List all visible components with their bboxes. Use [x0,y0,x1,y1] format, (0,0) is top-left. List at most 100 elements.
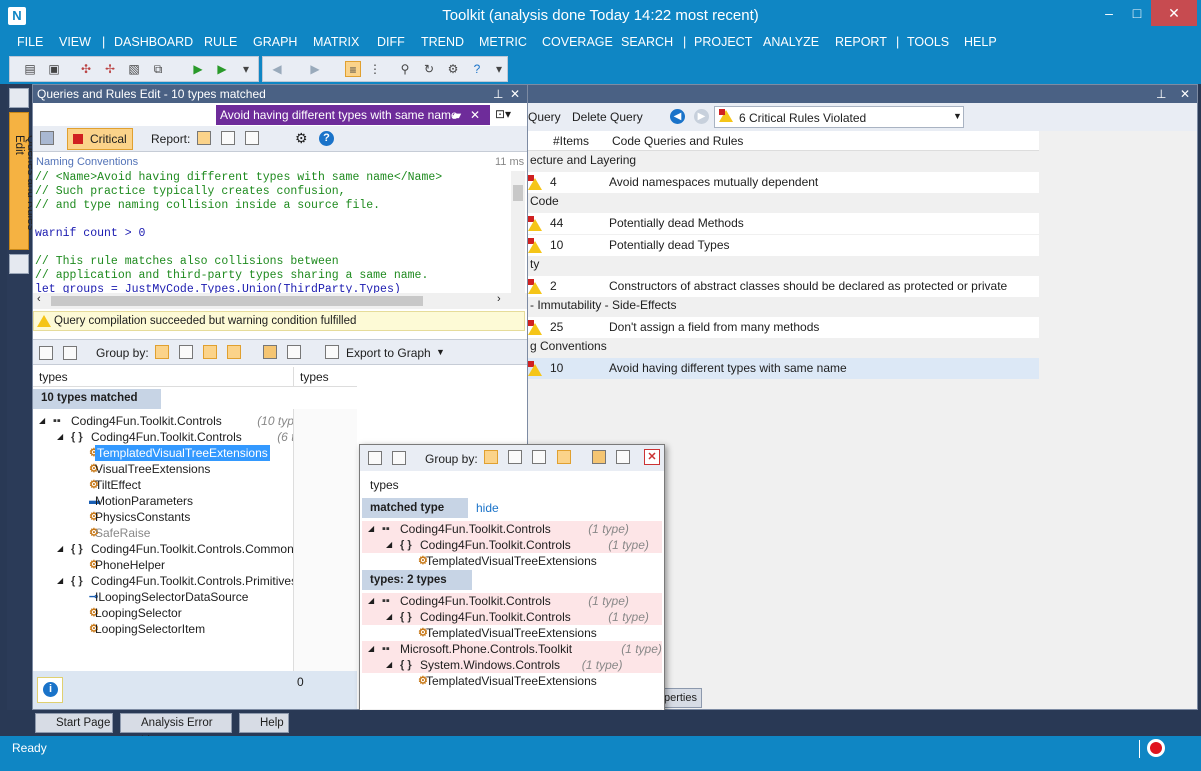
menu-tools[interactable]: TOOLS [907,35,949,49]
popup-tree-row[interactable]: ◢ { } Coding4Fun.Toolkit.Controls (1 type) [362,609,662,625]
rule-row[interactable]: 10 Avoid having different types with same… [528,358,1039,379]
col-items[interactable]: #Items [553,134,589,148]
run-analysis-icon[interactable]: ▶ [214,61,230,77]
violations-dropdown[interactable]: 6 Critical Rules Violated ▼ [714,106,964,128]
popup-tree-row[interactable]: ◢ ▪▪ Microsoft.Phone.Controls.Toolkit (1 ty… [362,641,662,657]
rule-group-row[interactable]: g Conventions [528,336,1039,356]
record-icon[interactable] [1147,739,1165,757]
expander-icon[interactable]: ◢ [368,593,374,609]
expander-icon[interactable]: ◢ [39,413,45,429]
rule-row[interactable]: 10 Potentially dead Types [528,235,1039,256]
tree-view-icon[interactable]: ≡ [345,61,361,77]
scroll-thumb[interactable] [51,296,423,306]
toolbar-overflow-icon[interactable]: ▾ [238,61,254,77]
rule-row[interactable]: 4 Avoid namespaces mutually dependent [528,172,1039,193]
hide-link[interactable]: hide [476,501,499,515]
toolbar-overflow-icon[interactable]: ▾ [491,61,507,77]
popup-tree-row[interactable]: ⚙ TemplatedVisualTreeExtensions [362,553,662,569]
minimize-icon[interactable]: – [1094,0,1124,26]
popup-tree-row[interactable]: ⚙ TemplatedVisualTreeExtensions [362,673,662,689]
menu-graph[interactable]: GRAPH [253,35,297,49]
delete-query-button[interactable]: Delete Query [572,110,643,124]
expand-all-icon[interactable] [39,346,53,360]
popup-tree-row[interactable]: ◢ { } Coding4Fun.Toolkit.Controls (1 type) [362,537,662,553]
popup-tree-row[interactable]: ◢ { } System.Windows.Controls (1 type) [362,657,662,673]
back-icon[interactable]: ◀ [670,109,685,124]
popup-tree-row[interactable]: ⚙ TemplatedVisualTreeExtensions [362,625,662,641]
rule-group-row[interactable]: Code [528,191,1039,211]
code-vscrollbar[interactable] [511,171,525,293]
group-by-type-icon[interactable] [532,450,546,464]
search-icon[interactable] [9,254,29,274]
popup-tree-row[interactable]: ◢ ▪▪ Coding4Fun.Toolkit.Controls (1 type) [362,521,662,537]
report-option-icon[interactable] [245,131,259,145]
back-icon[interactable]: ◀ [269,61,285,77]
close-icon[interactable]: ✕ [1151,0,1197,26]
forward-icon[interactable]: ▶ [694,109,709,124]
group-by-type-icon[interactable] [203,345,217,359]
export-to-graph-button[interactable]: Export to Graph [346,346,431,360]
help-icon[interactable]: ? [469,61,485,77]
close-panel-icon[interactable]: ✕ [510,85,520,103]
rule-row[interactable]: 2 Constructors of abstract classes should… [528,276,1039,297]
pin-icon[interactable]: ⊥ [493,85,503,103]
tab-queries-rules-edit[interactable]: Queries and Rules Edit [9,112,37,250]
gear-icon[interactable]: ⚙ [445,61,461,77]
group-by-member-icon[interactable] [557,450,571,464]
info-button[interactable]: i [37,677,63,703]
rule-group-row[interactable]: ty [528,254,1039,274]
gear-icon[interactable]: ⚙ [295,130,308,147]
tab-help[interactable]: Help [239,713,289,733]
code-hscrollbar[interactable]: ‹ › [33,293,527,309]
expander-icon[interactable]: ◢ [386,609,392,625]
query-group-link[interactable]: Naming Conventions [36,156,138,168]
group-by-assembly-icon[interactable] [484,450,498,464]
rule-group-row[interactable]: - Immutability - Side-Effects [528,295,1039,315]
menu-report[interactable]: REPORT [835,35,887,49]
menu-matrix[interactable]: MATRIX [313,35,359,49]
close-tab-icon[interactable]: ✕ [470,105,480,125]
menu-diff[interactable]: DIFF [377,35,405,49]
collapse-all-icon[interactable] [63,346,77,360]
expander-icon[interactable]: ◢ [386,537,392,553]
graph-icon[interactable]: ✣ [78,61,94,77]
menu-coverage[interactable]: COVERAGE [542,35,613,49]
menu-search[interactable]: SEARCH [621,35,673,49]
expander-icon[interactable]: ◢ [57,541,63,557]
close-icon[interactable]: ✕ [644,449,660,465]
expander-icon[interactable]: ◢ [57,573,63,589]
new-query-button[interactable]: Query [528,110,561,124]
collapse-all-icon[interactable] [392,451,406,465]
expander-icon[interactable]: ◢ [368,641,374,657]
menu-analyze[interactable]: ANALYZE [763,35,819,49]
menu-project[interactable]: PROJECT [694,35,752,49]
tab-list-dropdown-icon[interactable]: ⊡▾ [495,107,511,121]
menu-dashboard[interactable]: DASHBOARD [114,35,193,49]
tab-start-page[interactable]: Start Page [35,713,113,733]
rule-row[interactable]: 44 Potentially dead Methods [528,213,1039,234]
group-by-namespace-icon[interactable] [179,345,193,359]
expander-icon[interactable]: ◢ [386,657,392,673]
scroll-right-icon[interactable]: › [497,293,501,305]
rule-row[interactable]: 25 Don't assign a field from many methods [528,317,1039,338]
graph-export-icon[interactable] [325,345,339,359]
search-icon[interactable]: ⚲ [397,61,413,77]
diff-icon[interactable]: ⧉ [150,61,166,77]
group-by-assembly-icon[interactable] [155,345,169,359]
group-by-member-icon[interactable] [227,345,241,359]
code-editor[interactable]: // <Name>Avoid having different types wi… [33,171,511,293]
help-icon[interactable]: ? [319,131,334,146]
document-icon[interactable] [287,345,301,359]
maximize-icon[interactable]: □ [1122,0,1152,26]
save-icon[interactable] [40,131,54,145]
folder-icon[interactable] [592,450,606,464]
tab-active-query[interactable]: Avoid having different types with same n… [216,105,490,125]
menu-trend[interactable]: TREND [421,35,464,49]
chevron-down-icon[interactable]: ▼ [436,347,445,357]
folder-icon[interactable] [263,345,277,359]
metric-icon[interactable]: ▧ [126,61,142,77]
search-tab-icon[interactable] [9,88,29,108]
pin-tab-icon[interactable]: ▰ [452,105,461,125]
expander-icon[interactable]: ◢ [57,429,63,445]
run-icon[interactable]: ▶ [190,61,206,77]
